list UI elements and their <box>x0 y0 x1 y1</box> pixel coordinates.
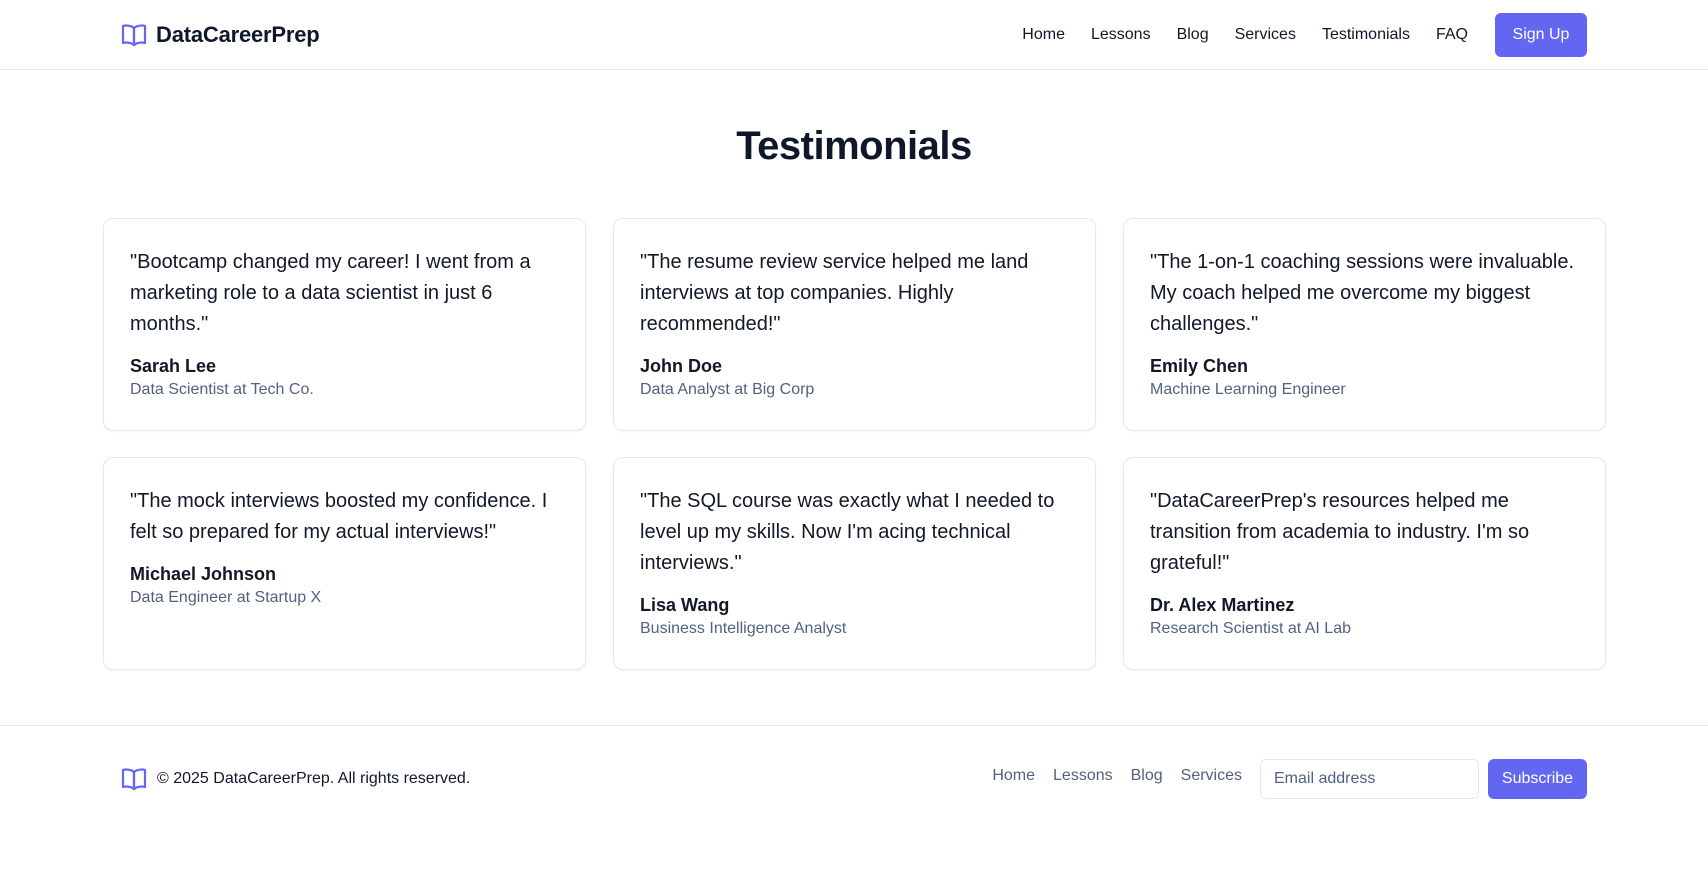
testimonial-role: Data Scientist at Tech Co. <box>130 381 314 398</box>
testimonial-card: "The mock interviews boosted my confiden… <box>103 457 586 670</box>
footer-link-blog[interactable]: Blog <box>1131 767 1163 785</box>
open-book-icon <box>121 767 147 791</box>
testimonial-quote: "Bootcamp changed my career! I went from… <box>130 251 531 335</box>
testimonial-author: Michael Johnson <box>130 564 277 584</box>
main-nav: Home Lessons Blog Services Testimonials … <box>996 12 1587 57</box>
testimonial-quote: "The resume review service helped me lan… <box>640 251 1029 335</box>
testimonial-role: Data Analyst at Big Corp <box>640 381 815 398</box>
testimonial-author: Dr. Alex Martinez <box>1150 595 1295 615</box>
testimonials-section: Testimonials "Bootcamp changed my career… <box>0 70 1708 725</box>
footer-nav: Home Lessons Blog Services <box>974 767 1242 785</box>
email-input[interactable] <box>1260 759 1479 799</box>
testimonial-card: "The 1-on-1 coaching sessions were inval… <box>1123 218 1606 431</box>
testimonial-author: Lisa Wang <box>640 595 730 615</box>
footer-link-home[interactable]: Home <box>992 767 1035 785</box>
brand-name: DataCareerPrep <box>156 21 320 47</box>
testimonial-role: Research Scientist at AI Lab <box>1150 620 1351 637</box>
open-book-icon <box>121 23 147 47</box>
testimonial-author: John Doe <box>640 356 723 376</box>
nav-lessons[interactable]: Lessons <box>1091 26 1151 44</box>
testimonial-card: "The resume review service helped me lan… <box>613 218 1096 431</box>
brand-logo[interactable]: DataCareerPrep <box>121 22 320 48</box>
nav-blog[interactable]: Blog <box>1177 26 1209 44</box>
testimonial-quote: "The SQL course was exactly what I neede… <box>640 490 1055 574</box>
site-header: DataCareerPrep Home Lessons Blog Service… <box>0 0 1708 70</box>
testimonial-role: Machine Learning Engineer <box>1150 381 1346 398</box>
testimonial-role: Data Engineer at Startup X <box>130 589 322 606</box>
testimonial-card: "The SQL course was exactly what I neede… <box>613 457 1096 670</box>
testimonial-quote: "The 1-on-1 coaching sessions were inval… <box>1150 251 1575 335</box>
page-title: Testimonials <box>736 124 972 168</box>
testimonial-quote: "The mock interviews boosted my confiden… <box>130 490 548 543</box>
nav-testimonials[interactable]: Testimonials <box>1322 26 1410 44</box>
testimonial-role: Business Intelligence Analyst <box>640 620 847 637</box>
testimonials-grid: "Bootcamp changed my career! I went from… <box>103 218 1606 670</box>
subscribe-button[interactable]: Subscribe <box>1488 759 1587 799</box>
footer-actions: Home Lessons Blog Services Subscribe <box>974 759 1587 799</box>
site-footer: © 2025 DataCareerPrep. All rights reserv… <box>0 725 1708 892</box>
testimonial-author: Sarah Lee <box>130 356 217 376</box>
nav-home[interactable]: Home <box>1022 26 1065 44</box>
copyright-text: © 2025 DataCareerPrep. All rights reserv… <box>157 770 471 787</box>
testimonial-card: "Bootcamp changed my career! I went from… <box>103 218 586 431</box>
testimonial-card: "DataCareerPrep's resources helped me tr… <box>1123 457 1606 670</box>
footer-brand: © 2025 DataCareerPrep. All rights reserv… <box>121 759 470 799</box>
footer-link-lessons[interactable]: Lessons <box>1053 767 1113 785</box>
testimonial-quote: "DataCareerPrep's resources helped me tr… <box>1150 490 1530 574</box>
testimonial-author: Emily Chen <box>1150 356 1249 376</box>
nav-faq[interactable]: FAQ <box>1436 26 1468 44</box>
sign-up-button[interactable]: Sign Up <box>1495 12 1587 57</box>
footer-link-services[interactable]: Services <box>1181 767 1242 785</box>
nav-services[interactable]: Services <box>1235 26 1296 44</box>
